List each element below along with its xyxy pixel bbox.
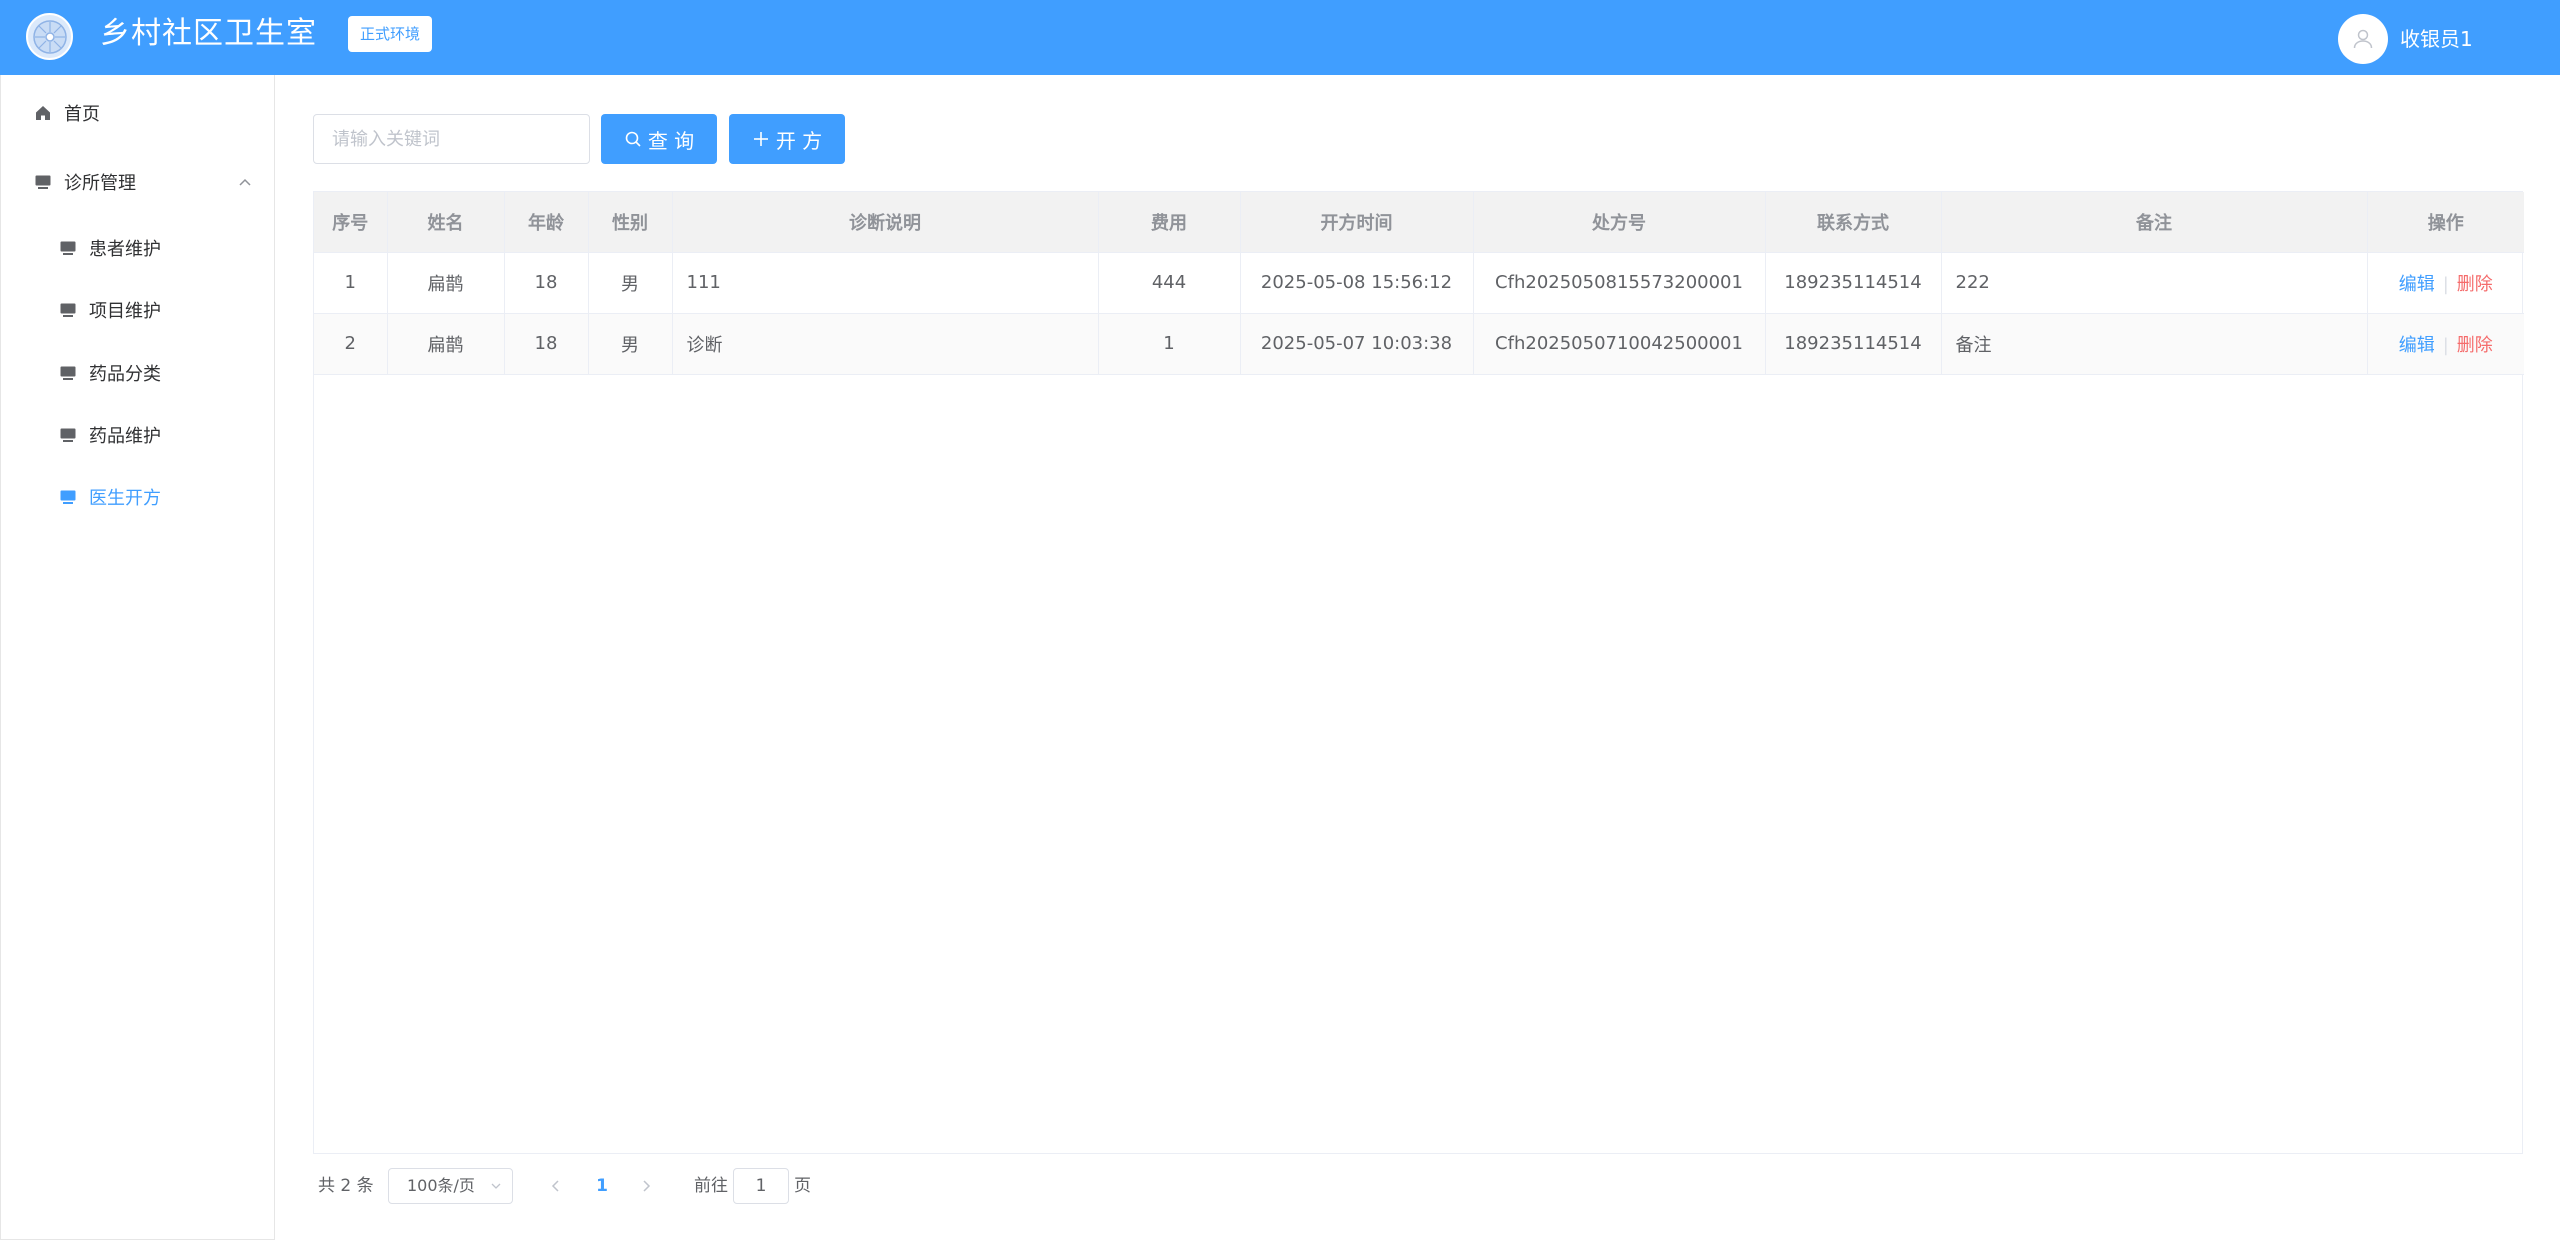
column-header: 费用 — [1098, 192, 1241, 253]
app-title: 乡村社区卫生室 — [100, 16, 317, 51]
edit-link[interactable]: 编辑 — [2399, 335, 2435, 356]
query-button-label: 查 询 — [647, 128, 695, 153]
sidebar-item-patient-maintenance[interactable]: 患者维护 — [1, 220, 275, 276]
sidebar-item-label: 诊所管理 — [64, 173, 136, 194]
query-button[interactable]: 查 询 — [601, 114, 717, 164]
main-content: 查 询 开 方 序号 姓名 年龄 性别 诊断说明 费用 — [276, 75, 2560, 1240]
sidebar-item-drug-maintenance[interactable]: 药品维护 — [1, 407, 275, 463]
user-icon — [2353, 29, 2373, 49]
top-header: 乡村社区卫生室 正式环境 收银员1 — [0, 0, 2560, 75]
table-header-row: 序号 姓名 年龄 性别 诊断说明 费用 开方时间 处方号 联系方式 备注 操作 — [314, 192, 2524, 253]
plus-icon — [753, 132, 768, 146]
home-icon — [32, 102, 54, 124]
sidebar-item-item-maintenance[interactable]: 项目维护 — [1, 282, 275, 338]
user-name[interactable]: 收银员1 — [2400, 24, 2473, 54]
pagination-total: 共 2 条 — [318, 1176, 374, 1196]
prev-page-icon[interactable] — [546, 1176, 566, 1196]
monitor-icon — [57, 237, 79, 259]
sidebar-item-label: 项目维护 — [89, 301, 161, 322]
action-separator: | — [2442, 334, 2449, 356]
sidebar: 首页 诊所管理 患者维护 项目维护 药品分类 药品维护 医生开方 — [0, 75, 275, 1240]
sidebar-item-label: 患者维护 — [89, 239, 161, 260]
cell-fee: 444 — [1098, 252, 1241, 314]
monitor-icon — [57, 486, 79, 508]
next-page-icon[interactable] — [636, 1176, 656, 1196]
cell-actions: 编辑 | 删除 — [2367, 252, 2524, 314]
column-header: 联系方式 — [1765, 192, 1942, 253]
goto-page-input[interactable] — [733, 1168, 789, 1204]
cell-name: 扁鹊 — [387, 252, 505, 314]
chevron-down-icon — [491, 1183, 501, 1189]
column-header: 开方时间 — [1240, 192, 1474, 253]
sidebar-item-label: 药品维护 — [89, 426, 161, 447]
table-row: 2 扁鹊 18 男 诊断 1 2025-05-07 10:03:38 Cfh20… — [314, 313, 2524, 375]
search-icon — [625, 131, 641, 147]
column-header: 操作 — [2367, 192, 2524, 253]
delete-link[interactable]: 删除 — [2457, 335, 2493, 356]
cell-index: 1 — [314, 252, 388, 314]
table-row: 1 扁鹊 18 男 111 444 2025-05-08 15:56:12 Cf… — [314, 252, 2524, 314]
logo-icon — [26, 13, 73, 60]
sidebar-item-home[interactable]: 首页 — [1, 85, 275, 141]
cell-name: 扁鹊 — [387, 313, 505, 375]
goto-label: 前往 — [694, 1176, 728, 1196]
add-button-label: 开 方 — [775, 128, 823, 153]
column-header: 姓名 — [387, 192, 505, 253]
prescription-table: 序号 姓名 年龄 性别 诊断说明 费用 开方时间 处方号 联系方式 备注 操作 … — [313, 191, 2524, 1154]
sidebar-item-drug-category[interactable]: 药品分类 — [1, 345, 275, 401]
user-avatar[interactable] — [2338, 14, 2388, 64]
cell-time: 2025-05-07 10:03:38 — [1240, 313, 1474, 375]
cell-age: 18 — [504, 252, 589, 314]
goto-suffix: 页 — [794, 1176, 811, 1196]
column-header: 处方号 — [1473, 192, 1766, 253]
monitor-icon — [57, 362, 79, 384]
column-header: 年龄 — [504, 192, 589, 253]
cell-diagnosis: 诊断 — [672, 313, 1099, 375]
add-prescription-button[interactable]: 开 方 — [729, 114, 845, 164]
chevron-up-icon — [239, 178, 251, 186]
cell-fee: 1 — [1098, 313, 1241, 375]
sidebar-item-label: 医生开方 — [89, 488, 161, 509]
cell-index: 2 — [314, 313, 388, 375]
cell-phone: 189235114514 — [1765, 252, 1942, 314]
column-header: 备注 — [1941, 192, 2368, 253]
cell-age: 18 — [504, 313, 589, 375]
search-input[interactable] — [313, 114, 590, 164]
monitor-icon — [57, 299, 79, 321]
cell-remark: 备注 — [1941, 313, 2368, 375]
monitor-icon — [32, 171, 54, 193]
cell-gender: 男 — [588, 313, 673, 375]
cell-rx-no: Cfh2025050710042500001 — [1473, 313, 1766, 375]
column-header: 序号 — [314, 192, 388, 253]
column-header: 性别 — [588, 192, 673, 253]
cell-time: 2025-05-08 15:56:12 — [1240, 252, 1474, 314]
environment-badge: 正式环境 — [348, 16, 433, 52]
page-size-value: 100条/页 — [407, 1176, 475, 1195]
sidebar-item-label: 首页 — [64, 104, 100, 125]
cell-phone: 189235114514 — [1765, 313, 1942, 375]
sidebar-item-clinic-management[interactable]: 诊所管理 — [1, 154, 275, 210]
cell-actions: 编辑 | 删除 — [2367, 313, 2524, 375]
cell-diagnosis: 111 — [672, 252, 1099, 314]
cell-remark: 222 — [1941, 252, 2368, 314]
delete-link[interactable]: 删除 — [2457, 274, 2493, 295]
cell-rx-no: Cfh2025050815573200001 — [1473, 252, 1766, 314]
action-separator: | — [2442, 273, 2449, 295]
page-number-current[interactable]: 1 — [590, 1168, 614, 1204]
edit-link[interactable]: 编辑 — [2399, 274, 2435, 295]
sidebar-item-label: 药品分类 — [89, 364, 161, 385]
sidebar-item-doctor-prescription[interactable]: 医生开方 — [1, 469, 275, 525]
page-size-select[interactable]: 100条/页 — [388, 1168, 513, 1204]
column-header: 诊断说明 — [672, 192, 1099, 253]
monitor-icon — [57, 424, 79, 446]
cell-gender: 男 — [588, 252, 673, 314]
